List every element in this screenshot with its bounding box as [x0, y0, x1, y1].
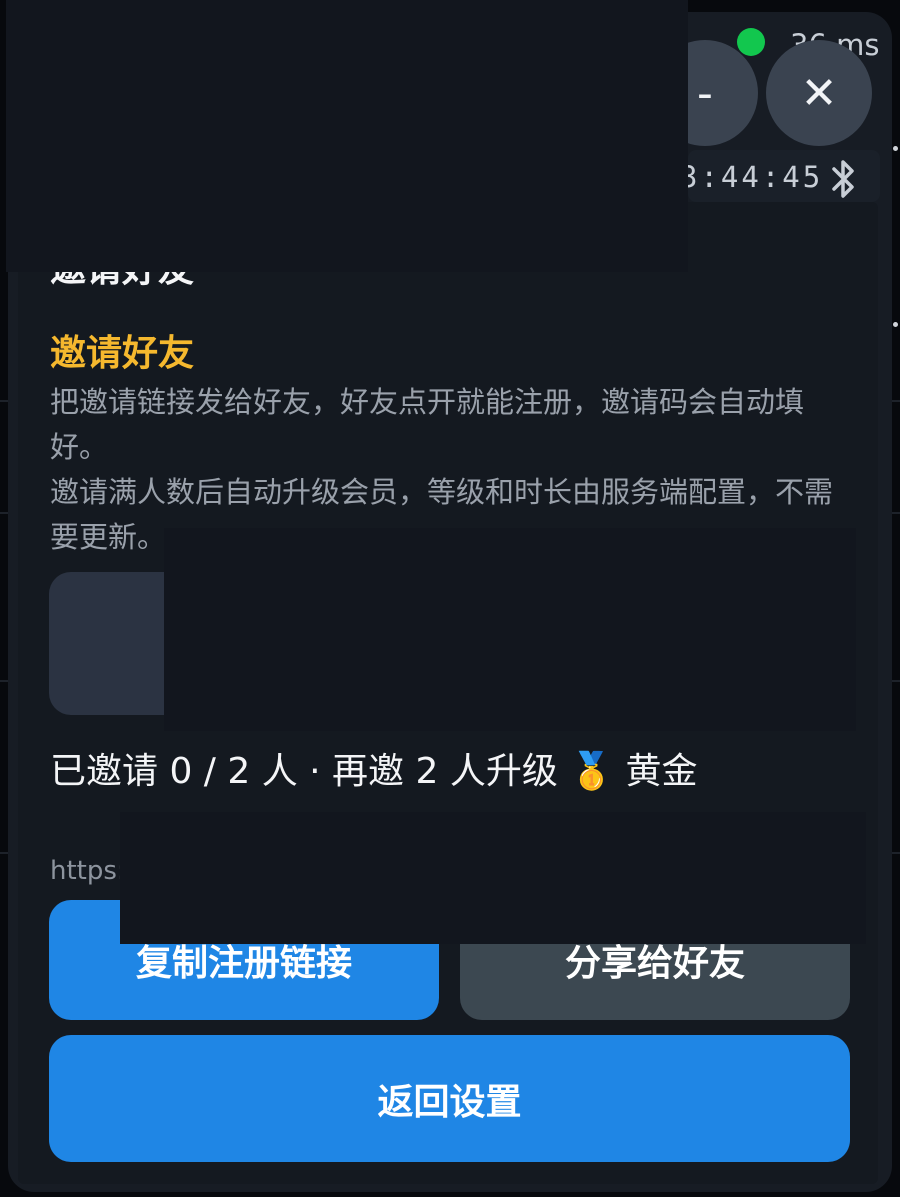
background-dot — [893, 322, 898, 327]
back-to-settings-button[interactable]: 返回设置 — [49, 1035, 850, 1162]
close-icon: ✕ — [800, 67, 838, 119]
invite-section-title: 邀请好友 — [50, 333, 195, 374]
redaction-overlay — [6, 0, 688, 272]
invite-progress-text: 已邀请 0 / 2 人 · 再邀 2 人升级 🥇 黄金 — [50, 751, 698, 792]
screen: 36 ms - ✕ 3:44:45 邀请好友 邀请好友 把邀请链接发给好友，好友… — [0, 0, 900, 1197]
description-line: 把邀请链接发给好友，好友点开就能注册，邀请码会自动填好。 — [50, 385, 805, 464]
redaction-overlay — [164, 528, 856, 731]
back-label: 返回设置 — [377, 1081, 522, 1123]
close-button[interactable]: ✕ — [766, 40, 872, 146]
redaction-overlay — [120, 812, 866, 944]
green-status-dot — [737, 28, 765, 56]
clock-text: 3:44:45 — [680, 160, 824, 194]
invite-link-text: https: — [50, 856, 126, 886]
minimize-icon: - — [697, 67, 713, 119]
background-dot — [893, 146, 898, 151]
bluetooth-icon — [832, 160, 854, 198]
